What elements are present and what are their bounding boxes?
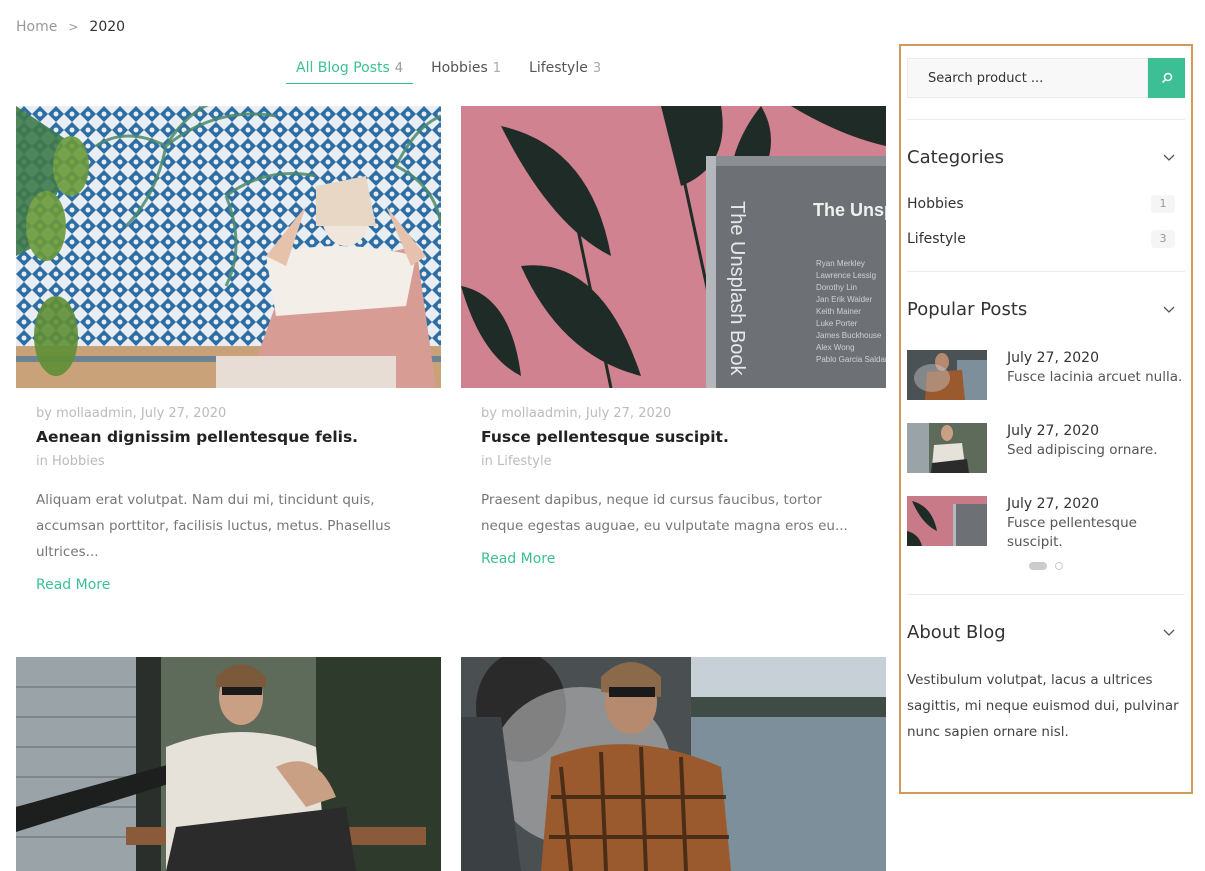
search-icon (1161, 72, 1172, 84)
breadcrumb: Home > 2020 (16, 19, 125, 35)
popular-post-title[interactable]: Fusce pellentesque suscipit. (1007, 514, 1185, 552)
svg-text:Alex Wong: Alex Wong (816, 343, 855, 352)
tab-hobbies[interactable]: Hobbies 1 (421, 60, 511, 84)
popular-post-date: July 27, 2020 (1007, 350, 1099, 366)
tab-all-blog-posts[interactable]: All Blog Posts 4 (286, 60, 414, 84)
filter-tabs: All Blog Posts 4 Hobbies 1 Lifestyle 3 (286, 60, 619, 84)
tab-label: All Blog Posts (296, 60, 390, 76)
read-more-link[interactable]: Read More (481, 551, 866, 567)
category-count: 3 (1151, 229, 1175, 248)
post-title[interactable]: Aenean dignissim pellentesque felis. (36, 428, 421, 446)
widget-title: Categories (907, 147, 1005, 168)
search-button[interactable] (1148, 58, 1185, 98)
read-more-link[interactable]: Read More (36, 577, 421, 593)
tab-label: Lifestyle (529, 60, 588, 76)
post-meta: by mollaadmin, July 27, 2020 (36, 406, 227, 421)
widget-header-popular-posts[interactable]: Popular Posts (907, 299, 1185, 320)
sidebar: Categories Hobbies 1 Lifestyle 3 Popular… (899, 44, 1193, 794)
popular-post-thumbnail[interactable] (907, 350, 987, 400)
post-excerpt: Praesent dapibus, neque id cursus faucib… (481, 492, 848, 534)
breadcrumb-home[interactable]: Home (16, 19, 57, 35)
svg-text:The Unsplash Book: The Unsplash Book (726, 201, 748, 377)
svg-text:The Unsp: The Unsp (813, 200, 886, 220)
widget-header-categories[interactable]: Categories (907, 147, 1185, 168)
post-image[interactable] (16, 106, 441, 388)
post-image[interactable] (461, 657, 886, 871)
chevron-down-icon (1163, 154, 1175, 161)
carousel-dot[interactable] (1055, 562, 1063, 570)
category-label: Lifestyle (907, 230, 966, 247)
popular-post-date: July 27, 2020 (1007, 423, 1099, 439)
tab-count: 1 (492, 61, 502, 76)
post-category[interactable]: in Lifestyle (481, 454, 866, 469)
svg-text:Ryan Merkley: Ryan Merkley (816, 259, 865, 268)
search-input[interactable] (907, 58, 1148, 98)
tab-count: 4 (394, 61, 404, 76)
widget-title: About Blog (907, 622, 1006, 643)
post-excerpt: Aliquam erat volutpat. Nam dui mi, tinci… (36, 492, 391, 560)
chevron-down-icon (1163, 629, 1175, 636)
svg-text:Jan Erik Waider: Jan Erik Waider (816, 295, 873, 304)
post-meta: by mollaadmin, July 27, 2020 (481, 406, 672, 421)
category-list: Hobbies 1 Lifestyle 3 (907, 186, 1185, 256)
chevron-down-icon (1163, 306, 1175, 313)
popular-post[interactable]: July 27, 2020 Sed adipiscing ornare. (907, 423, 1185, 473)
category-item-hobbies[interactable]: Hobbies 1 (907, 186, 1185, 221)
svg-text:Dorothy Lin: Dorothy Lin (816, 283, 857, 292)
popular-post[interactable]: July 27, 2020 Fusce lacinia arcuet nulla… (907, 350, 1185, 400)
category-count: 1 (1151, 194, 1175, 213)
post-card: The Unsplash Book The Unsp Ryan Merkley … (461, 106, 886, 567)
divider (907, 271, 1185, 272)
category-item-lifestyle[interactable]: Lifestyle 3 (907, 221, 1185, 256)
widget-header-about-blog[interactable]: About Blog (907, 622, 1185, 643)
post-title[interactable]: Fusce pellentesque suscipit. (481, 428, 866, 446)
tab-count: 3 (592, 61, 602, 76)
popular-post-title[interactable]: Sed adipiscing ornare. (1007, 441, 1158, 460)
svg-text:James Buckhouse: James Buckhouse (816, 331, 882, 340)
post-category[interactable]: in Hobbies (36, 454, 421, 469)
breadcrumb-current: 2020 (89, 19, 126, 35)
popular-post-date: July 27, 2020 (1007, 496, 1099, 512)
svg-text:Lawrence Lessig: Lawrence Lessig (816, 271, 876, 280)
popular-post-thumbnail[interactable] (907, 496, 987, 546)
popular-post[interactable]: July 27, 2020 Fusce pellentesque suscipi… (907, 496, 1185, 552)
about-blog-text: Vestibulum volutpat, lacus a ultrices sa… (907, 672, 1179, 740)
divider (907, 594, 1185, 595)
carousel-dot-active[interactable] (1029, 562, 1047, 570)
popular-post-thumbnail[interactable] (907, 423, 987, 473)
svg-text:Pablo Garcia Saldana: Pablo Garcia Saldana (816, 355, 886, 364)
tab-lifestyle[interactable]: Lifestyle 3 (519, 60, 611, 84)
post-image[interactable] (16, 657, 441, 871)
search-form (907, 58, 1185, 98)
tab-label: Hobbies (431, 60, 488, 76)
popular-post-title[interactable]: Fusce lacinia arcuet nulla. (1007, 368, 1182, 387)
post-card: by mollaadmin, July 27, 2020 Aenean dign… (16, 106, 441, 593)
category-label: Hobbies (907, 195, 964, 212)
svg-text:Luke Porter: Luke Porter (816, 319, 858, 328)
svg-text:Keith Mainer: Keith Mainer (816, 307, 861, 316)
widget-title: Popular Posts (907, 299, 1028, 320)
divider (907, 119, 1185, 120)
breadcrumb-separator: > (68, 20, 79, 34)
post-image[interactable]: The Unsplash Book The Unsp Ryan Merkley … (461, 106, 886, 388)
carousel-dots (907, 562, 1185, 570)
